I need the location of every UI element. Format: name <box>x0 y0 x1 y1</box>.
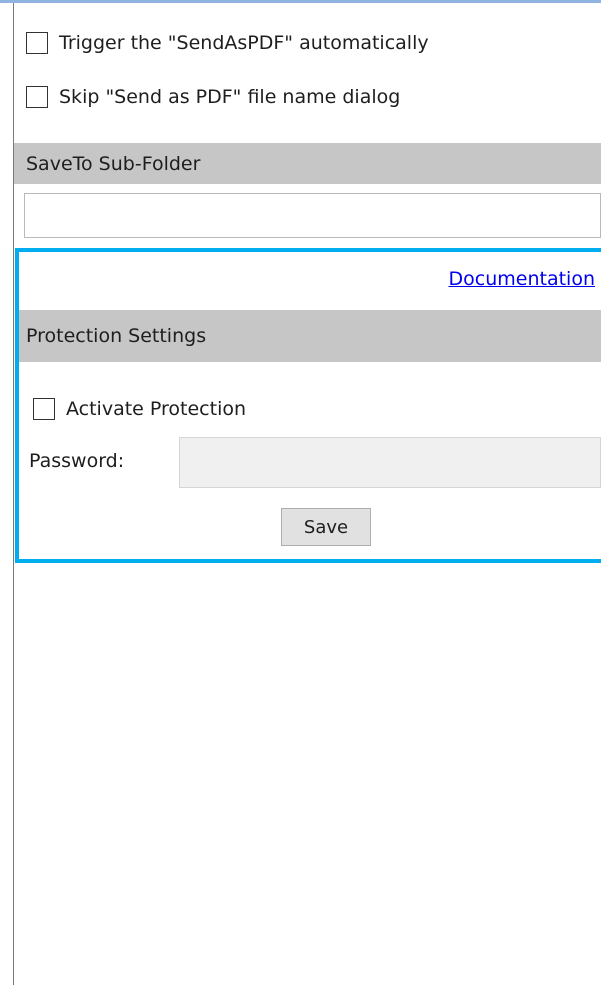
window-top-border <box>0 0 601 3</box>
password-label: Password: <box>29 450 125 472</box>
activate-protection-label: Activate Protection <box>66 398 247 420</box>
save-button[interactable]: Save <box>281 508 371 546</box>
protection-header-label: Protection Settings <box>26 325 207 347</box>
password-input[interactable] <box>179 437 601 488</box>
subfolder-header-label: SaveTo Sub-Folder <box>26 152 201 175</box>
skip-dialog-label: Skip "Send as PDF" file name dialog <box>59 86 401 108</box>
trigger-auto-option[interactable]: Trigger the "SendAsPDF" automatically <box>26 32 429 54</box>
protection-panel: Documentation Protection Settings Activa… <box>15 248 601 563</box>
subfolder-section-header: SaveTo Sub-Folder <box>14 143 601 184</box>
subfolder-input[interactable] <box>24 193 601 238</box>
protection-section-header: Protection Settings <box>19 310 601 362</box>
skip-dialog-checkbox[interactable] <box>26 86 48 108</box>
trigger-auto-label: Trigger the "SendAsPDF" automatically <box>59 32 429 54</box>
activate-protection-checkbox[interactable] <box>33 398 55 420</box>
activate-protection-option[interactable]: Activate Protection <box>33 398 246 420</box>
trigger-auto-checkbox[interactable] <box>26 32 48 54</box>
documentation-link[interactable]: Documentation <box>449 268 595 290</box>
skip-dialog-option[interactable]: Skip "Send as PDF" file name dialog <box>26 86 400 108</box>
